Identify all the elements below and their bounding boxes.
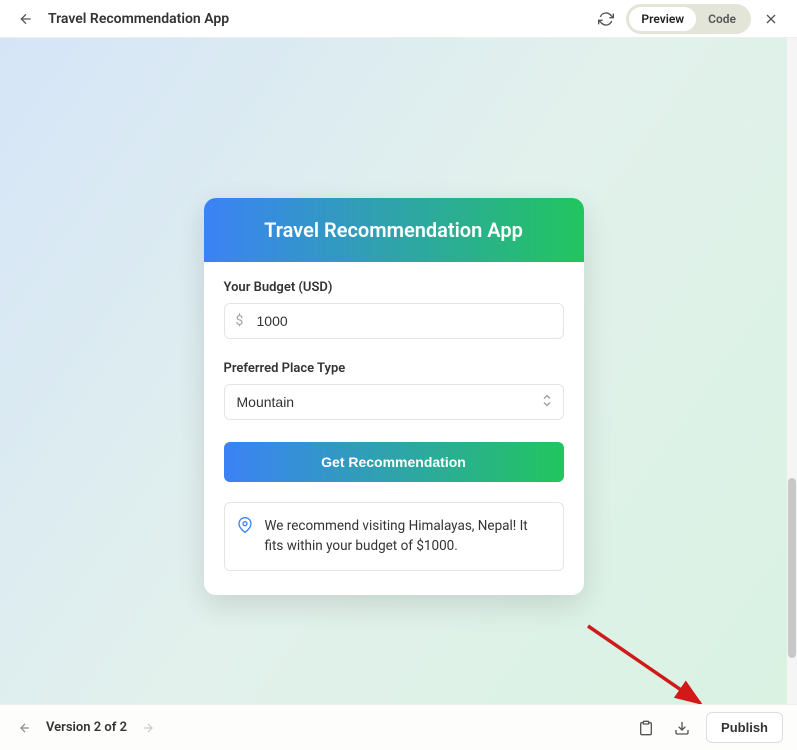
location-pin-icon — [237, 517, 253, 540]
refresh-icon — [598, 11, 614, 27]
page-title: Travel Recommendation App — [48, 11, 229, 27]
budget-input-wrapper: $ — [224, 303, 564, 339]
form-card: Travel Recommendation App Your Budget (U… — [204, 198, 584, 595]
place-type-select[interactable]: Mountain — [224, 384, 564, 420]
version-prev-button[interactable] — [14, 717, 36, 739]
arrow-left-icon — [18, 721, 32, 735]
budget-input[interactable] — [224, 303, 564, 339]
tab-code[interactable]: Code — [696, 7, 748, 31]
place-select-wrapper: Mountain — [224, 384, 564, 420]
budget-label: Your Budget (USD) — [224, 280, 564, 295]
publish-button[interactable]: Publish — [706, 712, 783, 743]
scrollbar-thumb[interactable] — [788, 478, 796, 658]
refresh-button[interactable] — [594, 7, 618, 31]
download-button[interactable] — [670, 716, 694, 740]
scrollbar-track[interactable] — [787, 38, 797, 704]
result-text: We recommend visiting Himalayas, Nepal! … — [265, 518, 528, 554]
close-icon — [763, 11, 779, 27]
back-button[interactable] — [14, 7, 38, 31]
main-area: Travel Recommendation App Your Budget (U… — [0, 38, 797, 704]
download-icon — [674, 720, 690, 736]
preview-canvas: Travel Recommendation App Your Budget (U… — [0, 38, 787, 704]
arrow-left-icon — [18, 11, 34, 27]
clipboard-button[interactable] — [634, 716, 658, 740]
card-body: Your Budget (USD) $ Preferred Place Type… — [204, 262, 584, 595]
clipboard-icon — [638, 720, 654, 736]
dollar-icon: $ — [236, 313, 244, 329]
arrow-right-icon — [141, 721, 155, 735]
get-recommendation-button[interactable]: Get Recommendation — [224, 442, 564, 482]
version-label: Version 2 of 2 — [46, 720, 127, 735]
close-button[interactable] — [759, 7, 783, 31]
tab-preview[interactable]: Preview — [629, 7, 696, 31]
place-type-label: Preferred Place Type — [224, 361, 564, 376]
bottom-bar: Version 2 of 2 Publish — [0, 704, 797, 750]
recommendation-result: We recommend visiting Himalayas, Nepal! … — [224, 502, 564, 571]
card-title: Travel Recommendation App — [204, 198, 584, 262]
top-bar: Travel Recommendation App Preview Code — [0, 0, 797, 38]
version-next-button[interactable] — [137, 717, 159, 739]
view-toggle: Preview Code — [626, 4, 751, 34]
